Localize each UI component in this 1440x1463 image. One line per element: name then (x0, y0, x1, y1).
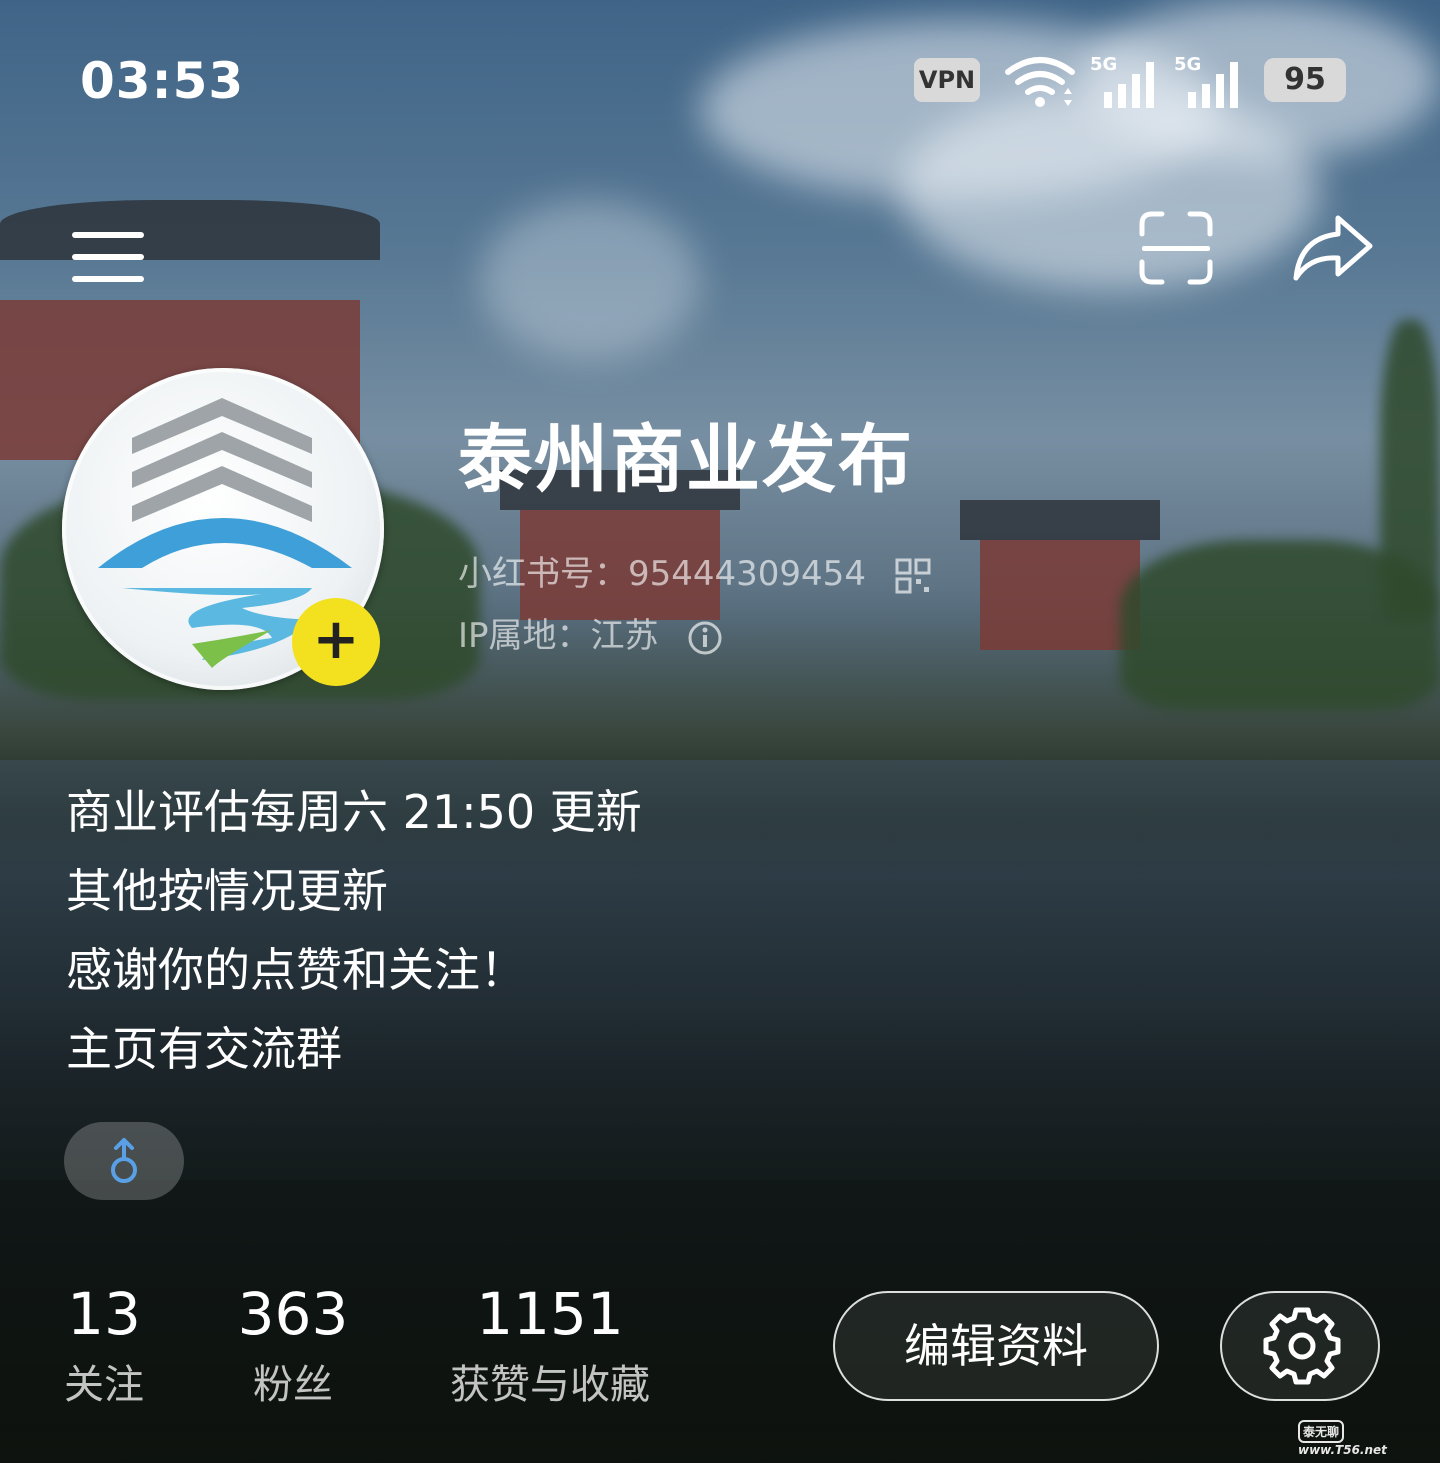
status-bar: 03:53 VPN 5G 5G 95 (0, 48, 1440, 118)
stat-likes-count: 1151 (476, 1280, 624, 1348)
status-time: 03:53 (80, 52, 245, 110)
watermark-logo: 泰无聊 (1298, 1420, 1345, 1443)
profile-id-row: 小红书号：95444309454 (458, 546, 931, 595)
profile-background (0, 0, 1440, 1463)
settings-button[interactable] (1220, 1291, 1380, 1401)
profile-ip: IP属地：江苏 (458, 616, 659, 656)
add-avatar-button[interactable]: + (292, 598, 380, 686)
info-icon[interactable] (687, 620, 723, 656)
bio-line: 其他按情况更新 (66, 864, 388, 918)
profile-ip-row: IP属地：江苏 (458, 608, 723, 657)
wifi-icon (1005, 57, 1075, 107)
share-button[interactable] (1290, 212, 1374, 288)
bio-line: 感谢你的点赞和关注！ (66, 943, 526, 997)
stat-followers[interactable]: 363 粉丝 (222, 1280, 364, 1410)
watermark: 泰无聊 www.T56.net (1298, 1420, 1430, 1457)
stat-likes[interactable]: 1151 获赞与收藏 (428, 1280, 672, 1410)
menu-icon (72, 232, 144, 282)
battery-indicator: 95 (1264, 58, 1346, 102)
male-icon (111, 1138, 137, 1183)
bio-line: 主页有交流群 (66, 1022, 342, 1076)
stat-following-label: 关注 (64, 1362, 144, 1408)
edit-profile-button[interactable]: 编辑资料 (833, 1291, 1159, 1401)
qr-code-icon[interactable] (895, 558, 931, 594)
scan-button[interactable] (1138, 210, 1214, 290)
menu-button[interactable] (70, 228, 146, 292)
stat-following-count: 13 (67, 1280, 141, 1348)
stat-followers-label: 粉丝 (253, 1362, 333, 1408)
signal-sim2-icon: 5G (1174, 54, 1244, 118)
stat-following[interactable]: 13 关注 (44, 1280, 164, 1410)
scan-icon (1139, 211, 1213, 285)
bio-line: 商业评估每周六 21:50 更新 (66, 785, 642, 839)
stat-followers-count: 363 (237, 1280, 349, 1348)
vpn-indicator: VPN (914, 58, 980, 102)
gender-tag (64, 1122, 184, 1200)
profile-name: 泰州商业发布 (458, 417, 914, 503)
watermark-site: www.T56.net (1298, 1443, 1387, 1457)
stat-likes-label: 获赞与收藏 (450, 1362, 650, 1408)
profile-id: 小红书号：95444309454 (458, 554, 866, 594)
share-icon (1293, 215, 1373, 281)
signal-sim1-icon: 5G (1090, 54, 1160, 118)
gear-icon (1263, 1307, 1341, 1385)
